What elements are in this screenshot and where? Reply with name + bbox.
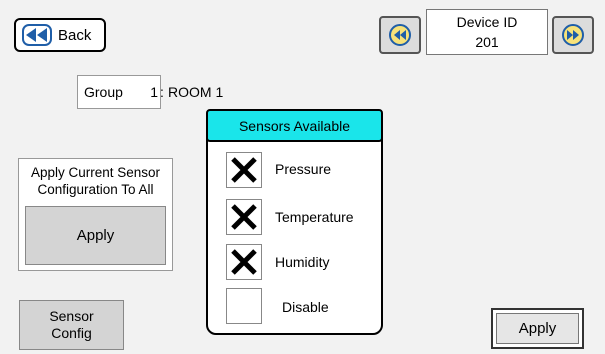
- group-name: ROOM 1: [168, 84, 224, 100]
- group-label: Group: [84, 84, 123, 100]
- device-id-label: Device ID: [456, 14, 518, 30]
- humidity-checkbox[interactable]: [226, 244, 262, 280]
- temperature-label: Temperature: [275, 209, 354, 225]
- sensor-config-line1: Sensor: [49, 308, 94, 324]
- apply-all-description: Apply Current Sensor Configuration To Al…: [18, 164, 173, 198]
- back-label: Back: [58, 26, 92, 44]
- next-icon: [562, 24, 584, 46]
- device-id-value: 201: [475, 34, 499, 50]
- sensors-panel-title: Sensors Available: [206, 109, 383, 142]
- apply-all-text-line2: Configuration To All: [37, 182, 154, 197]
- apply-button[interactable]: Apply: [491, 308, 584, 349]
- sensor-config-button[interactable]: Sensor Config: [19, 300, 124, 350]
- apply-all-button[interactable]: Apply: [25, 206, 166, 265]
- pressure-label: Pressure: [275, 161, 332, 177]
- x-mark-icon: [231, 204, 257, 230]
- apply-all-text-line1: Apply Current Sensor: [30, 165, 161, 180]
- humidity-label: Humidity: [275, 254, 330, 270]
- next-device-button[interactable]: [552, 16, 594, 54]
- disable-checkbox[interactable]: [226, 288, 262, 324]
- group-selector[interactable]: Group 1: [77, 75, 161, 109]
- group-number: 1: [150, 84, 158, 100]
- disable-label: Disable: [282, 299, 329, 315]
- x-mark-icon: [231, 249, 257, 275]
- back-button[interactable]: Back: [14, 18, 106, 52]
- sensor-config-line2: Config: [51, 325, 92, 341]
- x-mark-icon: [231, 157, 257, 183]
- previous-device-button[interactable]: [379, 16, 421, 54]
- rewind-icon: [22, 24, 52, 46]
- pressure-checkbox[interactable]: [226, 152, 262, 188]
- device-id-display: Device ID 201: [426, 9, 548, 55]
- group-separator: :: [160, 84, 164, 100]
- previous-icon: [389, 24, 411, 46]
- temperature-checkbox[interactable]: [226, 199, 262, 235]
